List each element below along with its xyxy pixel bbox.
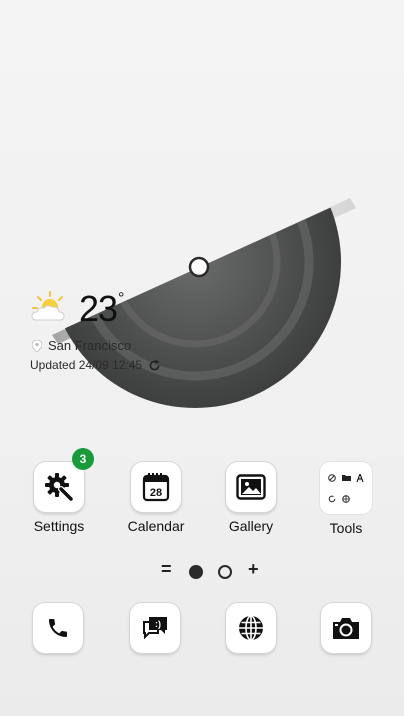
folder-mini-icon (340, 468, 352, 487)
app-settings[interactable]: 3 Settings (21, 448, 97, 534)
app-label: Calendar (127, 518, 185, 534)
add-page-button[interactable]: + (248, 559, 259, 580)
page-menu-button[interactable]: = (161, 559, 172, 580)
dial-graphic (49, 196, 356, 408)
browser-tile[interactable] (226, 603, 276, 653)
dock-camera[interactable] (321, 603, 371, 653)
degree-symbol: ° (118, 290, 124, 307)
empty-mini-slot (354, 489, 366, 508)
app-calendar[interactable]: 28 Calendar (118, 462, 194, 534)
app-gallery[interactable]: Gallery (213, 462, 289, 534)
refresh-icon[interactable] (148, 359, 161, 372)
updated-label: Updated 24/09 12:45 (30, 358, 143, 372)
camera-icon (333, 618, 359, 639)
phone-icon (49, 619, 67, 637)
updated-row: Updated 24/09 12:45 (30, 358, 161, 372)
temperature: 23° (79, 288, 125, 329)
app-label: Settings (33, 518, 85, 534)
camera-tile[interactable] (321, 603, 371, 653)
sync-mini-icon (326, 489, 338, 508)
dock-messages[interactable]: :) (130, 603, 180, 653)
partly-cloudy-icon (31, 291, 65, 321)
grid-mini-icon (340, 489, 352, 508)
svg-text::): :) (155, 619, 161, 629)
notification-badge: 3 (72, 448, 94, 470)
dock-phone[interactable] (33, 603, 83, 653)
page-indicator: = + (0, 559, 404, 582)
calendar-icon: 28 (142, 473, 170, 502)
messages-icon: :) (143, 617, 167, 640)
app-tools-folder[interactable]: Tools (308, 462, 384, 536)
messages-tile[interactable]: :) (130, 603, 180, 653)
location-label: San Francisco (48, 338, 132, 353)
tools-folder-tile[interactable] (320, 462, 372, 514)
location-row: San Francisco (32, 338, 131, 353)
settings-tile[interactable]: 3 (34, 448, 94, 512)
calendar-tile[interactable]: 28 (131, 462, 181, 512)
settings-icon (45, 473, 74, 502)
page-dot-current[interactable] (189, 565, 203, 579)
phone-tile[interactable] (33, 603, 83, 653)
dock-browser[interactable] (226, 603, 276, 653)
font-mini-icon (354, 468, 366, 487)
dial-widget (0, 0, 404, 460)
browser-icon (239, 615, 263, 641)
compass-mini-icon (326, 468, 338, 487)
app-label: Tools (329, 520, 363, 536)
location-pin-icon (32, 339, 42, 352)
gallery-tile[interactable] (226, 462, 276, 512)
page-dot[interactable] (218, 565, 232, 579)
app-label: Gallery (228, 518, 274, 534)
gallery-icon (236, 474, 266, 500)
calendar-day: 28 (150, 487, 162, 499)
